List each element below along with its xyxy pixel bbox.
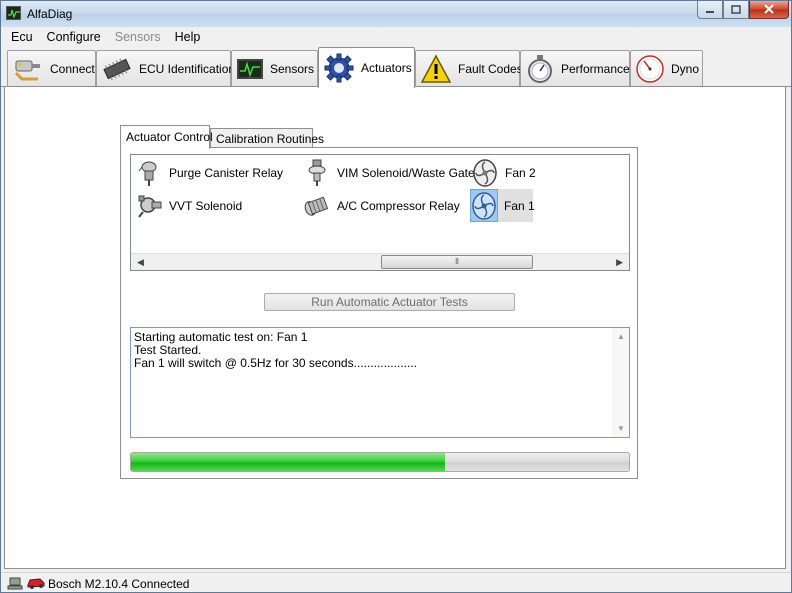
- progress-fill: [131, 453, 445, 471]
- tab-ecu-identification[interactable]: ECU Identification: [96, 50, 235, 86]
- window-title: AlfaDiag: [27, 7, 73, 21]
- actuator-name: Purge Canister Relay: [169, 166, 284, 180]
- scroll-up-icon[interactable]: ▲: [617, 332, 625, 341]
- tab-sensors-label: Sensors: [270, 61, 315, 76]
- actuator-name: A/C Compressor Relay: [337, 199, 460, 213]
- minimize-button[interactable]: [697, 1, 723, 19]
- stopwatch-icon: [525, 54, 555, 84]
- actuator-item-vvt-solenoid[interactable]: VVT Solenoid: [135, 191, 246, 221]
- actuator-item-fan-1[interactable]: Fan 1: [470, 189, 535, 222]
- actuator-name: VIM Solenoid/Waste Gate: [337, 166, 475, 180]
- tab-calibration-routines[interactable]: Calibration Routines: [210, 128, 324, 148]
- tab-actuator-control[interactable]: Actuator Control: [120, 125, 213, 149]
- test-log-textarea[interactable]: Starting automatic test on: Fan 1 Test S…: [130, 327, 630, 438]
- chip-icon: [101, 54, 133, 84]
- log-line: Fan 1 will switch @ 0.5Hz for 30 seconds…: [134, 356, 417, 370]
- tab-connect[interactable]: Connect: [7, 50, 96, 86]
- tab-fault-codes[interactable]: Fault Codes: [415, 50, 523, 86]
- relay-icon: [135, 158, 163, 188]
- maximize-button[interactable]: [723, 1, 749, 19]
- scroll-left-icon[interactable]: ◀: [137, 257, 144, 268]
- title-bar[interactable]: AlfaDiag: [1, 1, 791, 27]
- tab-actuators[interactable]: Actuators: [318, 47, 415, 88]
- actuator-item-purge-canister-relay[interactable]: Purge Canister Relay: [135, 158, 287, 188]
- close-button[interactable]: [749, 1, 789, 19]
- warning-icon: [420, 53, 452, 84]
- valve-icon: [135, 191, 163, 221]
- menu-bar: Ecu Configure Sensors Help: [1, 27, 791, 47]
- tab-sensors[interactable]: Sensors: [231, 50, 318, 86]
- tab-dyno-label: Dyno: [671, 61, 700, 76]
- menu-configure[interactable]: Configure: [40, 27, 108, 47]
- test-log-content: Starting automatic test on: Fan 1 Test S…: [134, 331, 417, 370]
- oscilloscope-icon: [236, 54, 264, 84]
- actuator-name: Fan 1: [504, 198, 535, 213]
- tab-dyno[interactable]: Dyno: [630, 50, 703, 86]
- test-progress-bar: [130, 452, 630, 472]
- fan-icon: [470, 189, 498, 222]
- tab-performance-label: Performance: [561, 61, 630, 76]
- tab-connect-label: Connect: [50, 61, 95, 76]
- solenoid-icon: [303, 158, 331, 188]
- tab-performance[interactable]: Performance: [520, 50, 630, 86]
- actuator-name: Fan 2: [505, 166, 536, 180]
- scroll-down-icon[interactable]: ▼: [617, 424, 625, 433]
- log-vscrollbar[interactable]: ▲ ▼: [612, 328, 629, 437]
- main-toolbar: Connect ECU Identification Sensors Actua…: [1, 47, 791, 88]
- actuator-item-vim-solenoid[interactable]: VIM Solenoid/Waste Gate: [303, 158, 479, 188]
- actuator-name: VVT Solenoid: [169, 199, 243, 213]
- run-automatic-tests-button[interactable]: Run Automatic Actuator Tests: [264, 293, 515, 311]
- tab-ecu-identification-label: ECU Identification: [139, 61, 236, 76]
- actuator-item-fan-2[interactable]: Fan 2: [471, 158, 540, 188]
- network-icon: [7, 576, 23, 593]
- dial-icon: [635, 54, 665, 84]
- connect-icon: [12, 54, 44, 84]
- connection-status-text: Bosch M2.10.4 Connected: [48, 577, 190, 591]
- app-window: AlfaDiag Ecu Configure Sensors Help Conn…: [0, 0, 792, 593]
- car-icon: [26, 576, 46, 593]
- menu-help[interactable]: Help: [168, 27, 208, 47]
- tab-fault-codes-label: Fault Codes: [458, 61, 523, 76]
- gear-icon: [323, 53, 355, 83]
- status-bar: Bosch M2.10.4 Connected: [1, 572, 791, 592]
- minimize-icon: [705, 3, 715, 17]
- menu-ecu[interactable]: Ecu: [4, 27, 40, 47]
- fan-icon: [471, 158, 499, 188]
- menu-sensors: Sensors: [114, 30, 161, 44]
- actuator-list-hscrollbar[interactable]: ◀ ⦀ ▶: [131, 253, 629, 270]
- app-icon: [6, 6, 21, 20]
- scroll-thumb[interactable]: ⦀: [381, 255, 533, 269]
- compressor-icon: [303, 191, 331, 221]
- tab-actuators-label: Actuators: [361, 61, 412, 75]
- maximize-icon: [731, 3, 741, 17]
- actuator-item-ac-compressor-relay[interactable]: A/C Compressor Relay: [303, 191, 464, 221]
- close-icon: [763, 3, 775, 17]
- actuator-list: Purge Canister Relay VIM Solenoid/Waste …: [130, 154, 630, 271]
- scroll-right-icon[interactable]: ▶: [616, 257, 623, 268]
